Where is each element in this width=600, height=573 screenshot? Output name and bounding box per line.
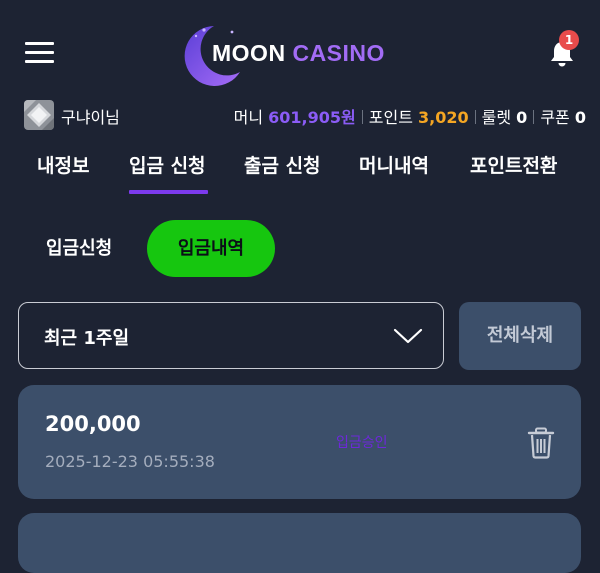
chevron-down-icon: [393, 328, 423, 344]
coupon-value: 0: [574, 108, 586, 127]
user-stats: 머니 601,905원 포인트 3,020 룰렛 0 쿠폰 0: [234, 104, 586, 128]
username: 구냐이님: [61, 108, 120, 127]
top-bar: MOON CASINO 1: [0, 0, 600, 100]
avatar[interactable]: [24, 100, 54, 130]
delete-all-button[interactable]: 전체삭제: [459, 302, 581, 370]
tab-my-info[interactable]: 내정보: [37, 151, 89, 178]
deposit-datetime: 2025-12-23 05:55:38: [45, 452, 215, 471]
main-tabs: 내정보 입금 신청 출금 신청 머니내역 포인트전환: [0, 145, 600, 195]
divider: [474, 110, 476, 124]
logo-text: MOON CASINO: [212, 36, 385, 70]
tab-deposit-request[interactable]: 입금 신청: [129, 151, 206, 178]
notification-badge: 1: [559, 30, 579, 50]
moon-casino-logo[interactable]: MOON CASINO: [184, 22, 424, 86]
deposit-history-item: 200,000 2025-12-23 05:55:38 입금승인: [18, 385, 581, 499]
active-tab-indicator: [129, 190, 208, 194]
tab-money-history[interactable]: 머니내역: [359, 151, 429, 178]
point-label: 포인트: [368, 108, 413, 127]
divider: [533, 110, 535, 124]
trash-icon[interactable]: [527, 427, 555, 459]
hamburger-menu-icon[interactable]: [25, 42, 54, 64]
divider: [361, 110, 363, 124]
money-label: 머니: [233, 108, 264, 127]
subtab-deposit-history[interactable]: 입금내역: [147, 220, 275, 277]
deposit-amount: 200,000: [45, 412, 141, 436]
money-value: 601,905원: [268, 108, 356, 127]
deposit-history-item: [18, 513, 581, 573]
tab-withdraw-request[interactable]: 출금 신청: [244, 151, 321, 178]
logo-word-casino: CASINO: [292, 40, 385, 66]
logo-word-moon: MOON: [212, 40, 286, 66]
coupon-label: 쿠폰: [540, 108, 570, 127]
user-info-bar: 구냐이님 머니 601,905원 포인트 3,020 룰렛 0 쿠폰 0: [0, 98, 600, 134]
roulette-label: 룰렛: [481, 108, 512, 127]
deposit-status: 입금승인: [336, 435, 388, 451]
tab-point-conversion[interactable]: 포인트전환: [470, 151, 557, 178]
period-select[interactable]: 최근 1주일: [18, 302, 444, 369]
period-select-value: 최근 1주일: [44, 328, 130, 349]
subtab-deposit-request[interactable]: 입금신청: [46, 234, 112, 260]
point-value: 3,020: [418, 108, 469, 127]
roulette-value: 0: [516, 108, 528, 127]
